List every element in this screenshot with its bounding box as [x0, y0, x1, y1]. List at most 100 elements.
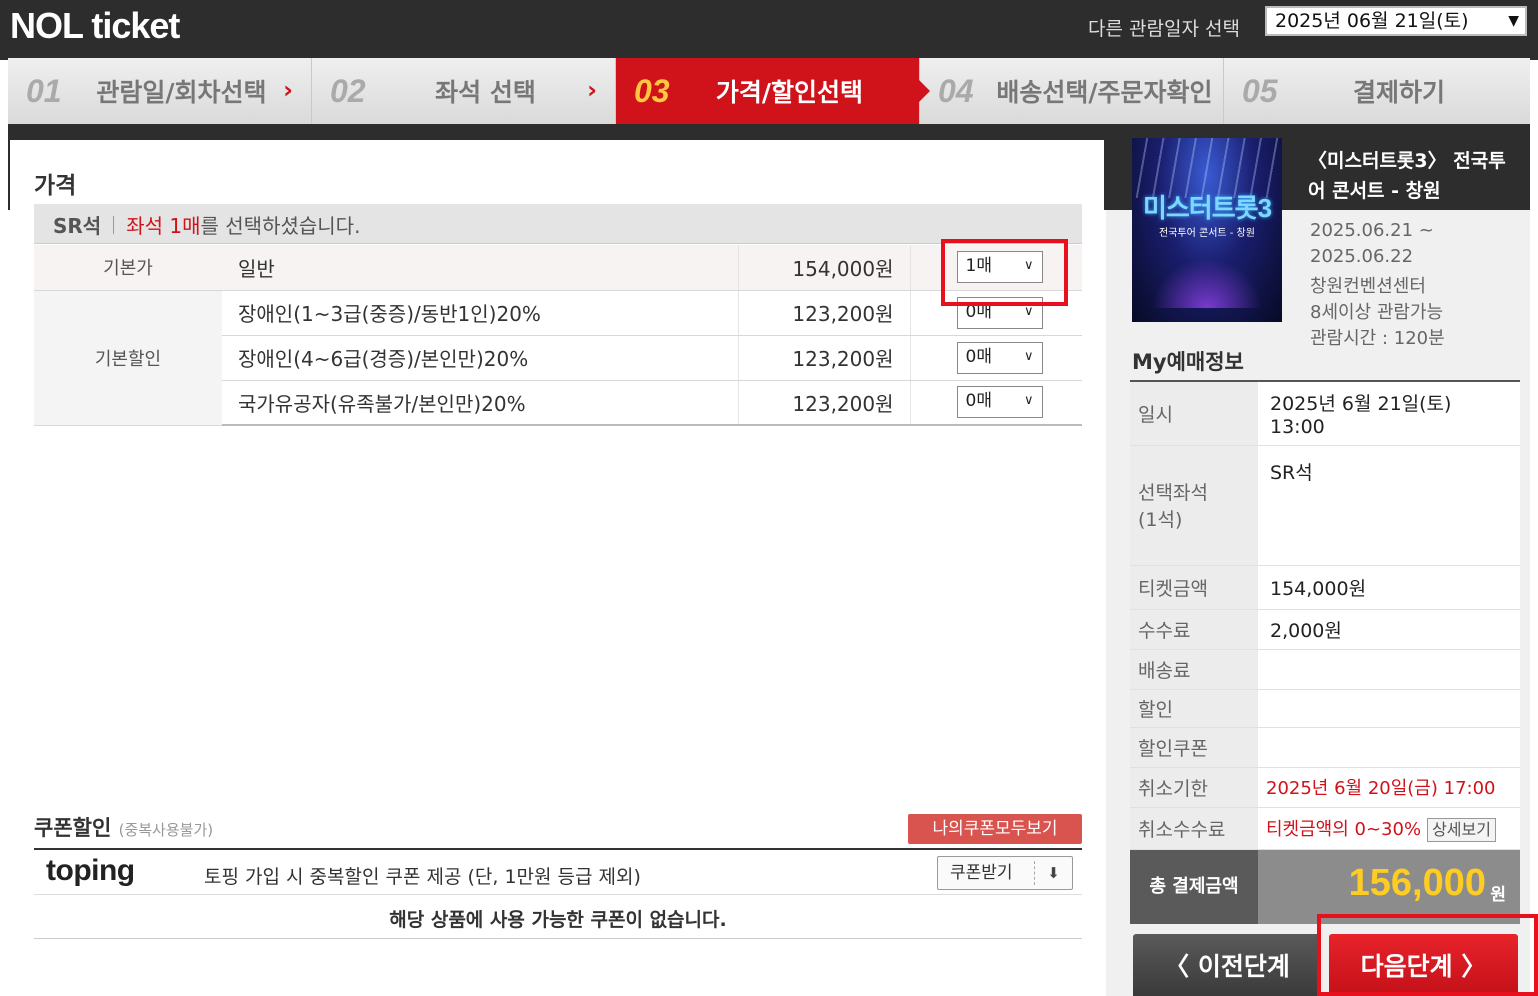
qty-cell: 0매 ∨ [910, 335, 1082, 381]
other-date-label: 다른 관람일자 선택 [1088, 18, 1240, 40]
step-label: 좌석 선택 [435, 78, 536, 107]
discount-amount [1258, 689, 1520, 728]
step-number: 05 [1242, 72, 1278, 109]
info-value-datetime: 2025년 6월 21일(토) 13:00 [1258, 381, 1520, 446]
chevron-right-icon: › [587, 76, 597, 104]
highlight-box-next [1317, 914, 1538, 996]
step-1-tab[interactable]: 01 관람일/회차선택 › [8, 58, 312, 124]
poster-title: 미스터트롯3 [1142, 193, 1272, 223]
ticket-amount: 154,000원 [1258, 565, 1520, 610]
delivery-amount [1258, 649, 1520, 690]
price-amount: 123,200원 [738, 335, 911, 381]
coupon-amount [1258, 727, 1520, 768]
my-booking-info-table: 일시 2025년 6월 21일(토) 13:00 선택좌석 (1석) SR석 티… [1130, 380, 1520, 850]
price-category: 기본할인 [34, 290, 222, 426]
price-name: 장애인(4~6급(경증)/본인만)20% [222, 335, 739, 381]
prev-step-button[interactable]: 〈 이전단계 [1133, 934, 1321, 996]
price-name: 국가유공자(유족불가/본인만)20% [222, 380, 739, 426]
price-row: 기본할인 장애인(1~3급(중증)/동반1인)20% 123,200원 0매 ∨ [34, 290, 1082, 426]
active-step-pointer [919, 80, 930, 102]
selected-seat-count: 좌석 1매 [126, 214, 201, 238]
chevron-down-icon: ∨ [1023, 348, 1034, 364]
price-section-title: 가격 [34, 173, 77, 199]
price-row: 기본가 일반 154,000원 1매 ∨ [34, 245, 1082, 291]
info-row-coupon: 할인쿠폰 [1130, 727, 1520, 768]
divider [113, 216, 115, 234]
show-age-limit: 8세이상 관람가능 [1310, 302, 1444, 323]
step-tabs: 01 관람일/회차선택 › 02 좌석 선택 › 03 가격/할인선택 04 배… [8, 58, 1530, 124]
toping-promo-text: 토핑 가입 시 중복할인 쿠폰 제공 (단, 1만원 등급 제외) [204, 866, 641, 888]
step-5-tab: 05 결제하기 [1224, 58, 1530, 124]
qty-select[interactable]: 0매 ∨ [956, 341, 1043, 374]
qty-value: 0매 [965, 391, 992, 412]
toping-logo: toping [46, 854, 135, 887]
step-number: 03 [634, 72, 670, 109]
step-label: 배송선택/주문자확인 [996, 78, 1213, 107]
show-poster: 미스터트롯3 전국투어 콘서트 - 창원 [1132, 138, 1282, 322]
info-row-fee: 수수료 2,000원 [1130, 609, 1520, 650]
chevron-down-icon: ∨ [1023, 393, 1034, 409]
price-amount: 154,000원 [738, 245, 911, 291]
step-2-tab[interactable]: 02 좌석 선택 › [312, 58, 616, 124]
info-label: 취소기한 [1130, 767, 1258, 808]
info-row-ticket: 티켓금액 154,000원 [1130, 565, 1520, 610]
show-title: 〈미스터트롯3〉 전국투어 콘서트 - 창원 [1308, 150, 1506, 202]
booking-time: 13:00 [1270, 415, 1325, 438]
step-label: 결제하기 [1352, 78, 1445, 107]
poster-stage-glow [1152, 258, 1262, 308]
get-coupon-label: 쿠폰받기 [950, 863, 1013, 883]
step-4-tab: 04 배송선택/주문자확인 [920, 58, 1224, 124]
coupon-title-text: 쿠폰할인 [34, 816, 112, 840]
step-label: 관람일/회차선택 [96, 78, 267, 107]
nol-ticket-logo: NOL ticket [10, 5, 180, 46]
coupon-subtitle: (중복사용불가) [118, 821, 214, 839]
my-booking-info-title: My예매정보 [1132, 350, 1244, 374]
divider [34, 848, 1082, 850]
info-row-cancel-deadline: 취소기한 2025년 6월 20일(금) 17:00 [1130, 767, 1520, 808]
coupon-section-title: 쿠폰할인 (중복사용불가) [34, 812, 213, 842]
divider [34, 894, 1082, 895]
viewing-date-value: 2025년 06월 21일(토) [1275, 10, 1469, 32]
price-table: 기본가 일반 154,000원 1매 ∨ 기본할인 장애인(1~3급(중증)/동반… [34, 245, 1082, 426]
show-venue: 창원컨벤션센터 [1310, 276, 1426, 297]
cancel-fee-cell: 티켓금액의 0~30% 상세보기 [1258, 807, 1520, 850]
selected-seat-suffix: 를 선택하셨습니다. [200, 214, 361, 238]
view-my-coupons-button[interactable]: 나의쿠폰모두보기 [908, 814, 1082, 844]
cancel-fee: 티켓금액의 0~30% [1266, 818, 1422, 840]
qty-select[interactable]: 0매 ∨ [956, 386, 1043, 419]
info-row-cancel-fee: 취소수수료 티켓금액의 0~30% 상세보기 [1130, 807, 1520, 850]
info-label: 수수료 [1130, 609, 1258, 650]
viewing-date-select[interactable]: 2025년 06월 21일(토) ▼ [1265, 6, 1527, 36]
info-label: 취소수수료 [1130, 807, 1258, 850]
seat-value: SR석 [1258, 445, 1520, 566]
info-row-delivery: 배송료 [1130, 649, 1520, 690]
step-3-tab-active: 03 가격/할인선택 [616, 58, 930, 124]
info-label: 배송료 [1130, 649, 1258, 690]
qty-cell: 0매 ∨ [910, 380, 1082, 426]
cancel-deadline: 2025년 6월 20일(금) 17:00 [1258, 767, 1520, 808]
chevron-down-icon: ▼ [1508, 13, 1519, 29]
total-payment-bar: 총 결제금액 156,000 원 [1130, 850, 1520, 924]
seat-label: 선택좌석 [1138, 482, 1208, 504]
cancel-fee-detail-button[interactable]: 상세보기 [1427, 817, 1496, 842]
info-label: 티켓금액 [1130, 565, 1258, 610]
info-label-seat: 선택좌석 (1석) [1130, 445, 1258, 566]
price-category: 기본가 [34, 245, 222, 291]
total-amount: 156,000 [1348, 862, 1486, 904]
download-icon: ⬇ [1034, 861, 1072, 885]
price-name: 장애인(1~3급(중증)/동반1인)20% [222, 290, 739, 336]
step-number: 02 [330, 72, 366, 109]
info-label: 할인쿠폰 [1130, 727, 1258, 768]
price-name: 일반 [222, 245, 739, 291]
show-period-end: 2025.06.22 [1310, 246, 1414, 267]
step-label: 가격/할인선택 [715, 78, 864, 107]
total-label: 총 결제금액 [1130, 850, 1258, 924]
get-coupon-button[interactable]: 쿠폰받기 ⬇ [937, 856, 1073, 890]
info-row-seat: 선택좌석 (1석) SR석 [1130, 445, 1520, 566]
qty-value: 0매 [965, 346, 992, 367]
step-number: 04 [938, 72, 974, 109]
price-amount: 123,200원 [738, 290, 911, 336]
seat-count: (1석) [1138, 509, 1183, 531]
no-coupon-message: 해당 상품에 사용 가능한 쿠폰이 없습니다. [389, 909, 727, 931]
info-label: 일시 [1130, 381, 1258, 446]
